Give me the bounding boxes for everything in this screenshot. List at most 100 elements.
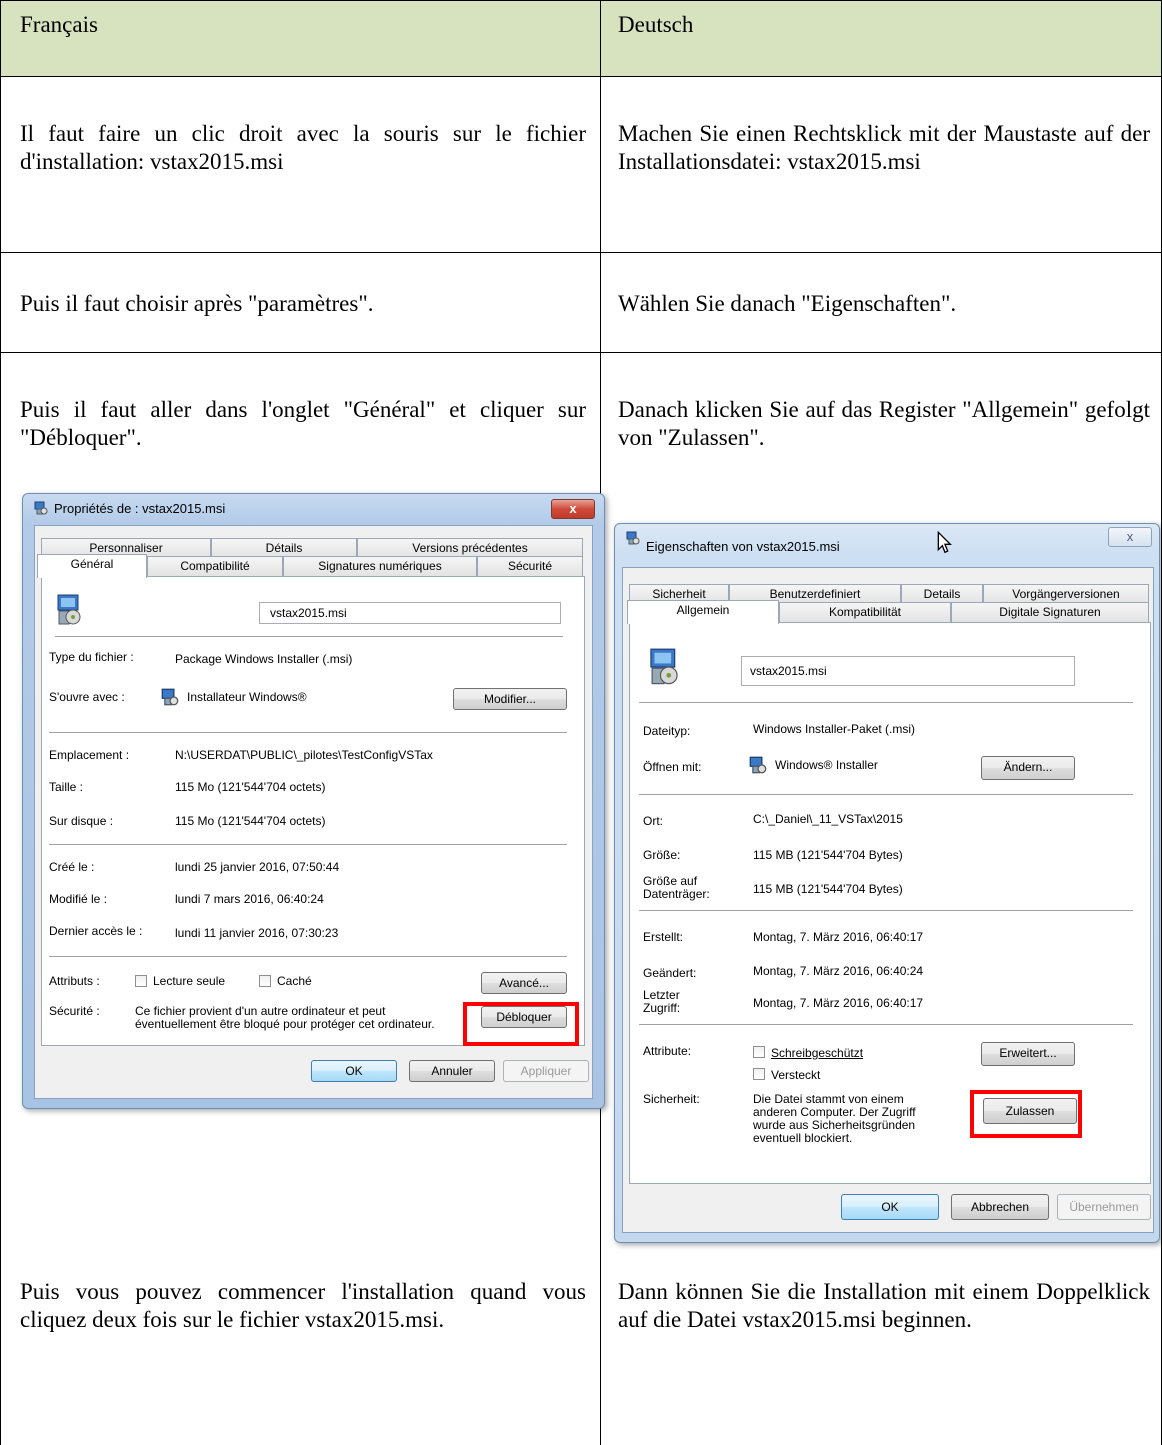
tab-details[interactable]: Details [901,584,983,604]
cancel-button[interactable]: Abbrechen [951,1194,1049,1220]
hidden-checkbox[interactable] [753,1068,765,1080]
dialog-title: Eigenschaften von vstax2015.msi [646,539,840,554]
advanced-button[interactable]: Erweitert... [981,1042,1075,1066]
accessed-value: Montag, 7. März 2016, 06:40:17 [753,996,924,1010]
location-value: C:\_Daniel\_11_VSTax\2015 [753,812,903,826]
readonly-checkbox[interactable] [135,975,147,987]
security-label: Sécurité : [49,1004,100,1018]
apply-button: Übernehmen [1057,1194,1151,1220]
security-text: Ce fichier provient d'un autre ordinateu… [135,1004,386,1018]
modified-label: Modifié le : [49,892,108,906]
header-german: Deutsch [618,12,694,37]
security-label: Sicherheit: [643,1092,700,1106]
separator [639,702,1133,704]
opens-with-value: Windows® Installer [775,758,878,772]
advanced-button[interactable]: Avancé... [481,972,567,994]
location-label: Emplacement : [49,748,130,762]
close-button[interactable]: x [1108,527,1152,547]
modified-value: Montag, 7. März 2016, 06:40:24 [753,964,924,978]
created-value: Montag, 7. März 2016, 06:40:17 [753,930,924,944]
dialog-title: Propriétés de : vstax2015.msi [54,501,226,516]
size-label: Größe: [643,848,681,862]
dialog-titlebar: Eigenschaften von vstax2015.msi x [614,523,1160,554]
opens-with-label: Öffnen mit: [643,760,702,774]
tab-vorgaengerversionen[interactable]: Vorgängerversionen [983,584,1149,604]
type-value: Windows Installer-Paket (.msi) [753,722,916,736]
attributes-label: Attributs : [49,974,100,988]
security-text: eventuell blockiert. [753,1131,853,1145]
apply-button: Appliquer [503,1060,589,1082]
table-border-left [0,0,1,1445]
installer-icon [749,756,767,774]
ok-button[interactable]: OK [311,1060,397,1082]
security-text: Die Datei stammt von einem [753,1092,904,1106]
location-label: Ort: [643,814,663,828]
tab-allgemein[interactable]: Allgemein [627,600,779,624]
tab-details[interactable]: Détails [211,538,357,558]
change-button[interactable]: Ändern... [981,756,1075,780]
separator [639,794,1133,796]
row2-german: Wählen Sie danach "Eigenschaften". [618,291,957,316]
disk-size-value: 115 MB (121'544'704 Bytes) [753,882,903,896]
row3-german: Danach klicken Sie auf das Register "All… [618,397,1150,450]
tab-digitale-signaturen[interactable]: Digitale Signaturen [951,602,1149,622]
separator [49,844,567,846]
size-label: Taille : [49,780,84,794]
accessed-label: Letzter [643,988,680,1002]
disk-size-label: Größe auf [643,874,698,888]
filename-field[interactable]: vstax2015.msi [741,656,1075,686]
table-border-top [0,0,1162,1]
disk-size-label: Datenträger: [643,887,710,901]
tab-signatures-numeriques[interactable]: Signatures numériques [283,556,477,576]
opens-with-label: S'ouvre avec : [49,690,125,704]
row4-french: Puis vous pouvez commencer l'installatio… [20,1279,586,1332]
type-label: Type du fichier : [49,650,134,664]
separator [55,636,563,638]
msi-file-icon [650,648,678,685]
disk-size-value: 115 Mo (121'544'704 octets) [175,814,326,828]
size-value: 115 MB (121'544'704 Bytes) [753,848,903,862]
allow-highlight [970,1090,1082,1138]
ok-button[interactable]: OK [841,1194,939,1220]
row2-french: Puis il faut choisir après "paramètres". [20,291,374,316]
table-row-divider [0,252,1162,253]
accessed-label: Zugriff: [643,1001,681,1015]
type-value: Package Windows Installer (.msi) [175,652,353,666]
filename-field[interactable]: vstax2015.msi [259,602,561,624]
tab-securite[interactable]: Sécurité [477,556,583,576]
msi-file-icon [57,594,81,625]
type-label: Dateityp: [643,724,691,738]
row3-french: Puis il faut aller dans l'onglet "Généra… [20,397,586,450]
modify-button[interactable]: Modifier... [453,688,567,710]
hidden-label: Caché [277,974,312,988]
installer-icon [161,688,179,706]
accessed-label: Dernier accès le : [49,924,143,938]
separator [639,910,1133,912]
row4-german: Dann können Sie die Installation mit ein… [618,1279,1150,1332]
opens-with-value: Installateur Windows® [187,690,307,704]
hidden-checkbox[interactable] [259,975,271,987]
dialog-titlebar: Propriétés de : vstax2015.msi x [22,493,605,523]
hidden-label: Versteckt [771,1068,821,1082]
disk-size-label: Sur disque : [49,814,114,828]
attributes-label: Attribute: [643,1044,692,1058]
readonly-checkbox[interactable] [753,1046,765,1058]
cancel-button[interactable]: Annuler [409,1060,495,1082]
readonly-label: Lecture seule [153,974,226,988]
tab-compatibilite[interactable]: Compatibilité [147,556,283,576]
separator [639,1024,1133,1026]
security-text: éventuellement être bloqué pour protéger… [135,1017,435,1031]
size-value: 115 Mo (121'544'704 octets) [175,780,326,794]
created-label: Erstellt: [643,930,684,944]
tab-kompatibilitaet[interactable]: Kompatibilität [779,602,951,622]
mouse-cursor-icon [937,531,952,554]
close-button[interactable]: x [551,499,595,519]
security-text: wurde aus Sicherheitsgründen [753,1118,916,1132]
readonly-label: Schreibgeschützt [771,1046,864,1060]
installer-icon [626,531,640,545]
tab-general[interactable]: Général [37,554,147,578]
row1-german: Machen Sie einen Rechtsklick mit der Mau… [618,121,1150,174]
tab-versions-precedentes[interactable]: Versions précédentes [357,538,583,558]
separator [49,956,567,958]
row1-french: Il faut faire un clic droit avec la sour… [20,121,586,174]
